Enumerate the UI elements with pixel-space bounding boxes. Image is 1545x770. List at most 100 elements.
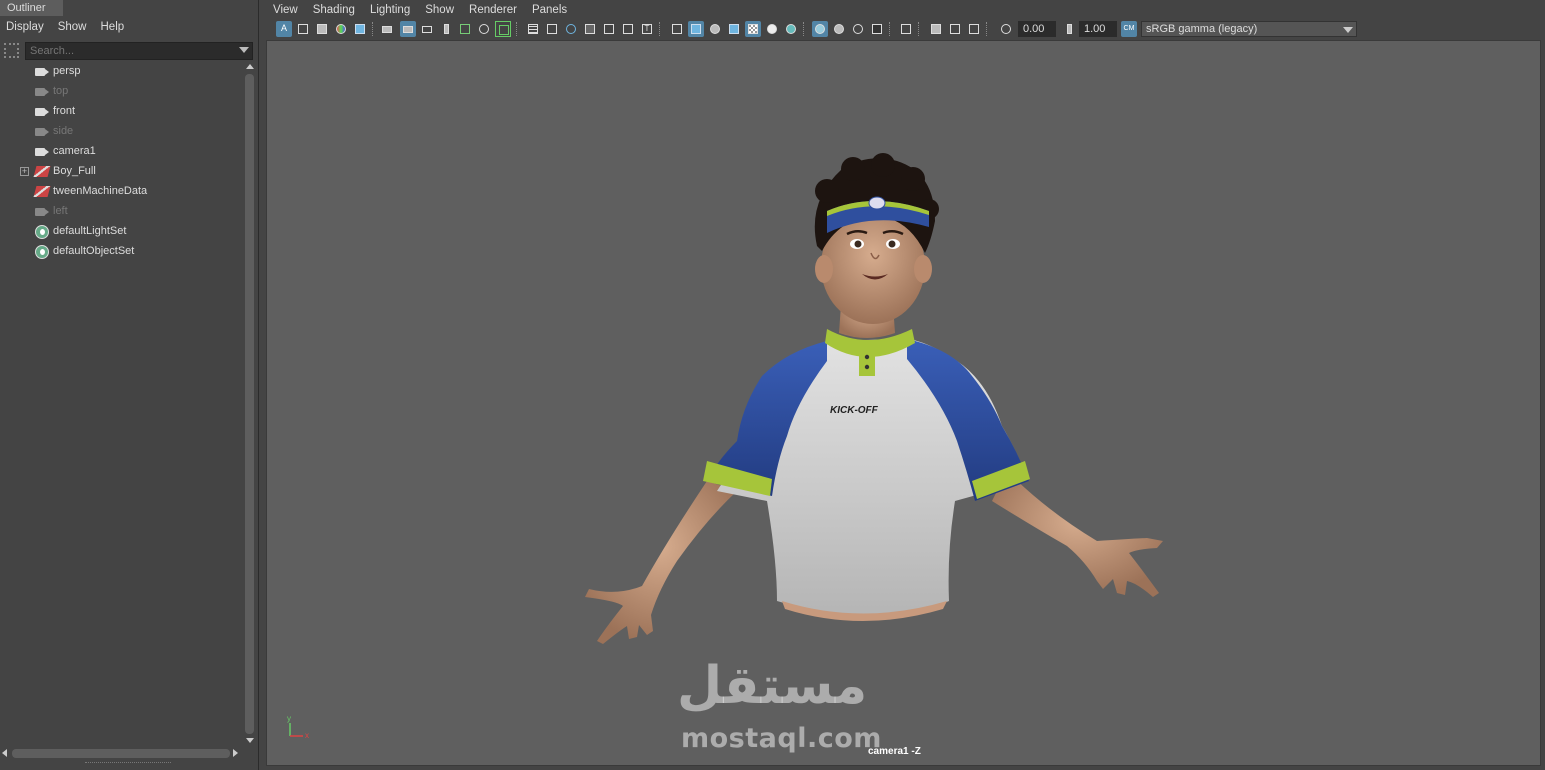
toolbar-separator (918, 22, 919, 36)
toolbar-separator (659, 22, 660, 36)
scroll-left-icon[interactable] (2, 749, 7, 757)
screen-space-ao-icon[interactable] (928, 21, 944, 37)
xray-joints-icon[interactable] (831, 21, 847, 37)
select-camera-icon[interactable]: A (276, 21, 292, 37)
expand-icon[interactable]: + (20, 167, 29, 176)
horizontal-scrollbar[interactable] (0, 746, 243, 760)
resolution-gate-icon[interactable] (563, 21, 579, 37)
scroll-thumb[interactable] (12, 749, 230, 758)
tree-item-left[interactable]: left (0, 202, 243, 222)
anti-alias-icon[interactable] (966, 21, 982, 37)
outliner-tree: persp top front side camera1 + Boy_Full … (0, 62, 243, 742)
grid-icon[interactable] (525, 21, 541, 37)
tree-item-label: persp (53, 65, 81, 77)
tree-item-tweenmachinedata[interactable]: tweenMachineData (0, 182, 243, 202)
image-plane-icon[interactable] (352, 21, 368, 37)
shirt-logo-text: KICK-OFF (830, 405, 879, 416)
resize-grip[interactable] (85, 762, 171, 764)
right-arm (992, 471, 1163, 597)
outliner-panel: Outliner Display Show Help persp top fro… (0, 0, 259, 770)
color-space-select[interactable]: sRGB gamma (legacy) (1141, 21, 1357, 37)
field-chart-icon[interactable] (601, 21, 617, 37)
tree-item-label: Boy_Full (53, 165, 96, 177)
motion-blur-icon[interactable] (947, 21, 963, 37)
frame-icon[interactable] (295, 21, 311, 37)
outliner-tab[interactable]: Outliner (0, 0, 63, 16)
camera-attr-icon[interactable] (419, 21, 435, 37)
menu-show[interactable]: Show (425, 4, 454, 16)
gamma-field[interactable]: 1.00 (1079, 21, 1117, 37)
camera-icon (34, 85, 50, 99)
character-model[interactable]: KICK-OFF y x (267, 41, 1541, 766)
transform-icon (33, 165, 51, 179)
tree-item-defaultlightset[interactable]: defaultLightSet (0, 222, 243, 242)
checker-icon[interactable] (745, 21, 761, 37)
search-input[interactable] (25, 42, 253, 60)
gamma-icon[interactable] (1061, 21, 1077, 37)
tree-item-defaultobjectset[interactable]: defaultObjectSet (0, 242, 243, 262)
scroll-up-icon[interactable] (246, 64, 254, 69)
camera-lock-icon[interactable] (400, 21, 416, 37)
menu-panels[interactable]: Panels (532, 4, 567, 16)
tree-item-side[interactable]: side (0, 122, 243, 142)
menu-lighting[interactable]: Lighting (370, 4, 410, 16)
textured-icon[interactable] (726, 21, 742, 37)
menu-show[interactable]: Show (58, 21, 87, 33)
tree-item-label: left (53, 205, 68, 217)
xray-icon[interactable] (812, 21, 828, 37)
toolbar-separator (803, 22, 804, 36)
right-ear (914, 255, 932, 283)
exposure-field[interactable]: 0.00 (1018, 21, 1056, 37)
tree-item-top[interactable]: top (0, 82, 243, 102)
chevron-down-icon[interactable] (1343, 27, 1353, 33)
menu-renderer[interactable]: Renderer (469, 4, 517, 16)
xray-active-icon[interactable] (850, 21, 866, 37)
menu-display[interactable]: Display (6, 21, 44, 33)
shade-wireframe-icon[interactable] (707, 21, 723, 37)
pan-zoom-icon[interactable] (476, 21, 492, 37)
grease-pencil-tool-icon[interactable] (495, 21, 511, 37)
bookmark-icon[interactable] (438, 21, 454, 37)
tree-item-front[interactable]: front (0, 102, 243, 122)
shading-ball-icon[interactable] (333, 21, 349, 37)
viewport-menubar: View Shading Lighting Show Renderer Pane… (264, 1, 1545, 19)
isolate-select-icon[interactable] (898, 21, 914, 37)
scroll-down-icon[interactable] (246, 738, 254, 743)
tree-item-label: camera1 (53, 145, 96, 157)
scroll-right-icon[interactable] (233, 749, 238, 757)
tree-item-boy-full[interactable]: + Boy_Full (0, 162, 243, 182)
safe-title-icon[interactable]: T (639, 21, 655, 37)
camera-name-label: camera1 -Z (868, 746, 921, 757)
film-gate-icon[interactable] (314, 21, 330, 37)
watermark-logo-latin: mostaql.com (681, 723, 882, 754)
menu-shading[interactable]: Shading (313, 4, 355, 16)
scroll-thumb[interactable] (245, 74, 254, 734)
backface-icon[interactable] (869, 21, 885, 37)
menu-view[interactable]: View (273, 4, 298, 16)
exposure-icon[interactable] (998, 21, 1014, 37)
chevron-down-icon[interactable] (239, 47, 249, 53)
3d-viewport[interactable]: KICK-OFF y x مستقل mostaql.com camera1 -… (266, 40, 1541, 766)
filter-icon[interactable] (4, 43, 19, 58)
camera-icon (34, 145, 50, 159)
tree-item-camera1[interactable]: camera1 (0, 142, 243, 162)
wireframe-icon[interactable] (669, 21, 685, 37)
svg-text:y: y (287, 714, 291, 723)
light-bulb-icon[interactable] (764, 21, 780, 37)
menu-help[interactable]: Help (101, 21, 125, 33)
gate-mask-icon[interactable] (582, 21, 598, 37)
smooth-shade-icon[interactable] (688, 21, 704, 37)
vertical-scrollbar[interactable] (243, 62, 257, 746)
camera-icon (34, 65, 50, 79)
viewport-toolbar: A T 0.00 1.00 CM sRGB gamma (legacy) (264, 19, 1545, 39)
film-gate-toggle-icon[interactable] (544, 21, 560, 37)
toolbar-separator (986, 22, 987, 36)
color-management-icon[interactable]: CM (1121, 21, 1137, 37)
shadows-icon[interactable] (783, 21, 799, 37)
safe-action-icon[interactable] (620, 21, 636, 37)
tree-item-persp[interactable]: persp (0, 62, 243, 82)
toolbar-separator (372, 22, 373, 36)
camera-icon[interactable] (379, 21, 395, 37)
tree-item-label: tweenMachineData (53, 185, 148, 197)
grease-pencil-icon[interactable] (457, 21, 473, 37)
